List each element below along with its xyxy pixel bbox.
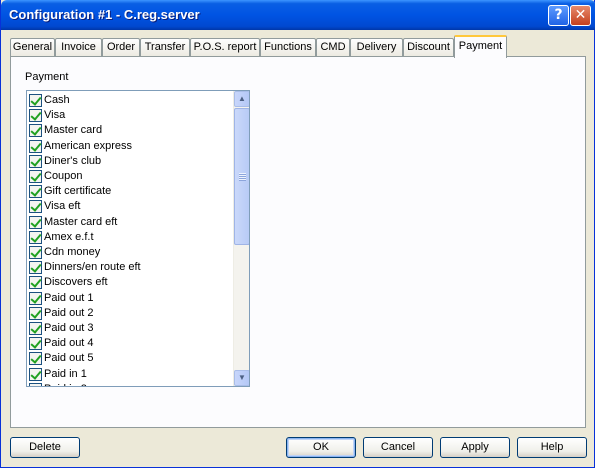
payment-list-item[interactable]: Diner's club [29, 154, 229, 169]
payment-group-label: Payment [25, 71, 69, 83]
help-button[interactable]: Help [517, 437, 587, 458]
title-bar: Configuration #1 - C.reg.server ? ✕ [1, 0, 595, 30]
payment-list-item[interactable]: Paid out 4 [29, 336, 229, 351]
titlebar-close-button[interactable]: ✕ [570, 5, 591, 26]
payment-list-item[interactable]: Gift certificate [29, 184, 229, 199]
scroll-down-arrow-icon[interactable]: ▼ [234, 370, 249, 386]
payment-list-item[interactable]: Paid out 5 [29, 351, 229, 366]
payment-list-item[interactable]: American express [29, 139, 229, 154]
checkbox-checked-icon[interactable] [29, 291, 42, 305]
payment-list-item[interactable]: Master card eft [29, 215, 229, 230]
checkbox-checked-icon[interactable] [29, 352, 42, 366]
titlebar-help-button[interactable]: ? [548, 5, 569, 26]
payment-item-label: Master card [44, 124, 103, 137]
payment-list-item[interactable]: Visa eft [29, 199, 229, 214]
payment-item-label: Paid out 3 [44, 322, 94, 334]
configuration-window: Configuration #1 - C.reg.server ? ✕ Gene… [0, 0, 595, 468]
payment-item-label: Paid in 2 [44, 382, 87, 386]
payment-list-item[interactable]: Paid in 2 [29, 382, 229, 386]
payment-list-item[interactable]: Dinners/en route eft [29, 260, 229, 275]
checkbox-unchecked-icon[interactable] [29, 382, 42, 386]
payment-list-item[interactable]: Visa [29, 108, 229, 123]
tab-delivery[interactable]: Delivery [350, 38, 403, 57]
payment-list-item[interactable]: Master card [29, 123, 229, 138]
tab-functions[interactable]: Functions [260, 38, 316, 57]
payment-item-label: Paid out 4 [44, 337, 94, 350]
checkbox-checked-icon[interactable] [29, 261, 42, 275]
scroll-thumb[interactable] [234, 108, 249, 245]
tab-transfer[interactable]: Transfer [140, 38, 190, 57]
payment-item-label: Dinners/en route eft [44, 261, 141, 274]
checkbox-checked-icon[interactable] [29, 170, 42, 183]
checkbox-checked-icon[interactable] [29, 94, 42, 107]
payment-item-label: Visa eft [44, 200, 81, 213]
window-title: Configuration #1 - C.reg.server [9, 7, 200, 22]
checkbox-checked-icon[interactable] [29, 367, 42, 381]
payment-item-label: Master card eft [44, 215, 118, 228]
scroll-grip-icon [239, 173, 246, 181]
payment-item-label: Paid out 5 [44, 352, 94, 365]
payment-panel: Payment Cash Visa Master card American expr… [10, 56, 586, 428]
payment-list-item[interactable]: Amex e.f.t [29, 230, 229, 245]
tab-invoice[interactable]: Invoice [55, 38, 102, 57]
tab-order[interactable]: Order [102, 38, 140, 57]
checkbox-checked-icon[interactable] [29, 337, 42, 351]
payment-list-item[interactable]: Cdn money [29, 245, 229, 260]
tab-payment[interactable]: Payment [454, 35, 507, 58]
payment-list-item[interactable]: Paid out 2 [29, 306, 229, 321]
list-scrollbar[interactable]: ▲ ▼ [233, 91, 249, 386]
payment-item-label: Coupon [44, 170, 83, 182]
payment-item-label: Diner's club [44, 154, 102, 167]
payment-list-item[interactable]: Paid out 3 [29, 321, 229, 336]
payment-item-label: Discovers eft [44, 276, 108, 289]
checkbox-checked-icon[interactable] [29, 124, 42, 138]
payment-list-item[interactable]: Coupon [29, 169, 229, 184]
checkbox-checked-icon[interactable] [29, 246, 42, 259]
checkbox-checked-icon[interactable] [29, 139, 42, 153]
payment-list-item[interactable]: Cash [29, 93, 229, 108]
payment-item-label: Visa [44, 109, 66, 122]
tab-general[interactable]: General [10, 38, 55, 57]
checkbox-checked-icon[interactable] [29, 154, 42, 168]
payment-item-label: American express [44, 139, 133, 152]
payment-item-label: Cdn money [44, 246, 101, 258]
ok-button[interactable]: OK [286, 437, 356, 458]
payment-item-label: Gift certificate [44, 185, 112, 198]
payment-list-item[interactable]: Discovers eft [29, 275, 229, 290]
tab-discount[interactable]: Discount [403, 38, 454, 57]
checkbox-checked-icon[interactable] [29, 230, 42, 244]
checkbox-checked-icon[interactable] [29, 322, 42, 335]
payment-item-label: Paid in 1 [44, 367, 87, 380]
payment-item-label: Amex e.f.t [44, 230, 94, 243]
payment-item-label: Paid out 2 [44, 306, 94, 319]
checkbox-checked-icon[interactable] [29, 276, 42, 290]
checkbox-checked-icon[interactable] [29, 200, 42, 214]
payment-list-item[interactable]: Paid out 1 [29, 291, 229, 306]
payment-item-label: Cash [44, 94, 70, 106]
cancel-button[interactable]: Cancel [363, 437, 433, 458]
payment-item-label: Paid out 1 [44, 291, 94, 304]
payment-list-item[interactable]: Paid in 1 [29, 367, 229, 382]
tab-cmd[interactable]: CMD [316, 38, 350, 57]
tab-pos-report[interactable]: P.O.S. report [190, 38, 260, 57]
checkbox-checked-icon[interactable] [29, 109, 42, 123]
checkbox-checked-icon[interactable] [29, 215, 42, 229]
apply-button[interactable]: Apply [440, 437, 510, 458]
scroll-up-arrow-icon[interactable]: ▲ [234, 91, 249, 107]
checkbox-checked-icon[interactable] [29, 306, 42, 320]
checkbox-checked-icon[interactable] [29, 185, 42, 199]
delete-button[interactable]: Delete [10, 437, 80, 458]
payment-checklist[interactable]: Cash Visa Master card American express Diner… [26, 90, 250, 387]
